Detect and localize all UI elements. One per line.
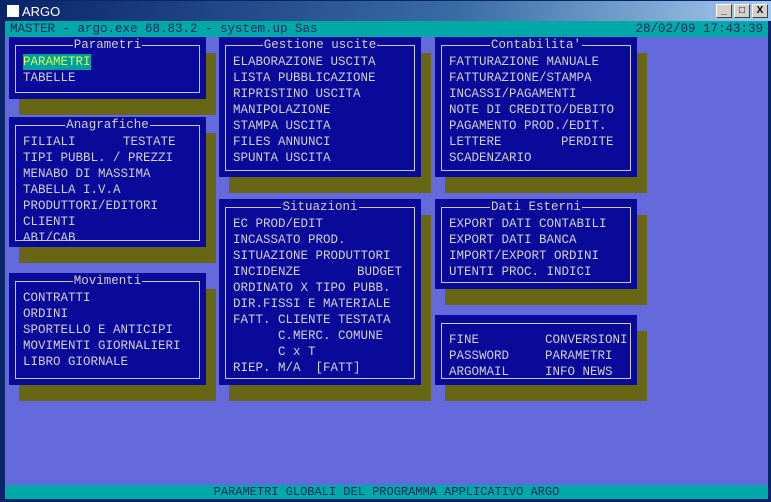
menu-item-c-merc-comune[interactable]: C.MERC. COMUNE [233, 328, 383, 344]
menu-item-conversioni[interactable]: CONVERSIONI [545, 332, 628, 348]
panel-situazioni: Situazioni EC PROD/EDIT INCASSATO PROD. SIT… [219, 199, 421, 385]
close-button[interactable]: X [752, 4, 768, 18]
menu-item-export-dati-contabili[interactable]: EXPORT DATI CONTABILI [449, 216, 607, 232]
panel-title: Gestione uscite [262, 38, 378, 52]
menu-item-dir-fissi-e-materiale[interactable]: DIR.FISSI E MATERIALE [233, 296, 391, 312]
menu-item-sportello-e-anticipi[interactable]: SPORTELLO E ANTICIPI [23, 322, 173, 338]
menu-item-ordinato-x-tipo-pubb[interactable]: ORDINATO X TIPO PUBB. [233, 280, 391, 296]
menu-item-filiali[interactable]: FILIALI [23, 134, 76, 150]
menu-item-info-news[interactable]: INFO NEWS [545, 364, 613, 380]
menu-item-fatt-cliente-testata[interactable]: FATT. CLIENTE TESTATA [233, 312, 391, 328]
menu-item-budget[interactable]: BUDGET [357, 264, 402, 280]
status-bar: PARAMETRI GLOBALI DEL PROGRAMMA APPLICAT… [5, 485, 768, 499]
panel-gestione-uscite: Gestione uscite ELABORAZIONE USCITA LISTA … [219, 37, 421, 177]
panel-title: Dati Esterni [489, 200, 582, 214]
panel-utility: FINE CONVERSIONI PASSWORD PARAMETRI ARGOMAIL… [435, 315, 637, 385]
panel-parametri: Parametri PARAMETRI TABELLE [9, 37, 206, 99]
panel-anagrafiche: Anagrafiche FILIALI TESTATE TIPI PUBBL. / P… [9, 117, 206, 247]
menu-item-ripristino-uscita[interactable]: RIPRISTINO USCITA [233, 86, 361, 102]
menu-item-parametri[interactable]: PARAMETRI [545, 348, 613, 364]
menu-item-ordini[interactable]: ORDINI [23, 306, 68, 322]
panel-title: Movimenti [72, 274, 143, 288]
app-icon [7, 5, 19, 17]
menu-item-produttori-editori[interactable]: PRODUTTORI/EDITORI [23, 198, 158, 214]
menu-item-menabo-di-massima[interactable]: MENABO DI MASSIMA [23, 166, 151, 182]
menu-item-contratti[interactable]: CONTRATTI [23, 290, 91, 306]
menu-item-files-annunci[interactable]: FILES ANNUNCI [233, 134, 331, 150]
menu-item-situazione-produttori[interactable]: SITUAZIONE PRODUTTORI [233, 248, 391, 264]
panel-title: Anagrafiche [65, 118, 150, 132]
panel-contabilita: Contabilita' FATTURAZIONE MANUALE FATTURAZ… [435, 37, 637, 177]
menu-item-tipi-pubbl-prezzi[interactable]: TIPI PUBBL. / PREZZI [23, 150, 173, 166]
menu-item-argomail[interactable]: ARGOMAIL [449, 364, 509, 380]
panel-title: Situazioni [281, 200, 359, 214]
menu-item-utenti-proc-indici[interactable]: UTENTI PROC. INDICI [449, 264, 592, 280]
menu-item-ec-prod-edit[interactable]: EC PROD/EDIT [233, 216, 323, 232]
menu-item-lettere[interactable]: LETTERE [449, 134, 502, 150]
datetime: 28/02/09 17:43:39 [635, 22, 763, 36]
menu-item-riep-m-a-fatt[interactable]: RIEP. M/A [FATT] [233, 360, 361, 376]
panel-title: Parametri [72, 38, 143, 52]
menu-item-libro-giornale[interactable]: LIBRO GIORNALE [23, 354, 128, 370]
maximize-button[interactable]: □ [734, 4, 750, 18]
menu-item-export-dati-banca[interactable]: EXPORT DATI BANCA [449, 232, 577, 248]
menu-item-incassi-pagamenti[interactable]: INCASSI/PAGAMENTI [449, 86, 577, 102]
menu-item-spunta-uscita[interactable]: SPUNTA USCITA [233, 150, 331, 166]
menu-item-password[interactable]: PASSWORD [449, 348, 509, 364]
panel-dati-esterni: Dati Esterni EXPORT DATI CONTABILI EXPORT … [435, 199, 637, 289]
menu-item-fine[interactable]: FINE [449, 332, 479, 348]
menu-item-pagamento-prod-edit[interactable]: PAGAMENTO PROD./EDIT. [449, 118, 607, 134]
title-bar[interactable]: ARGO _ □ X [1, 1, 771, 21]
menu-item-stampa-uscita[interactable]: STAMPA USCITA [233, 118, 331, 134]
menu-item-c-x-t[interactable]: C x T [233, 344, 316, 360]
program-info: MASTER - argo.exe 68.83.2 - system.up Sa… [10, 22, 318, 36]
menu-item-parametri[interactable]: PARAMETRI [23, 54, 91, 70]
menu-item-clienti[interactable]: CLIENTI [23, 214, 76, 230]
terminal-screen: Parametri PARAMETRI TABELLE Anagrafiche FILI… [5, 37, 768, 485]
menu-item-scadenzario[interactable]: SCADENZARIO [449, 150, 532, 166]
panel-title: Contabilita' [489, 38, 582, 52]
menu-item-abi-cab[interactable]: ABI/CAB [23, 230, 76, 246]
menu-item-testate[interactable]: TESTATE [123, 134, 176, 150]
menu-item-import-export-ordini[interactable]: IMPORT/EXPORT ORDINI [449, 248, 599, 264]
menu-item-fatturazione-stampa[interactable]: FATTURAZIONE/STAMPA [449, 70, 592, 86]
menu-item-lista-pubblicazione[interactable]: LISTA PUBBLICAZIONE [233, 70, 376, 86]
menu-item-movimenti-giornalieri[interactable]: MOVIMENTI GIORNALIERI [23, 338, 181, 354]
menu-item-fatturazione-manuale[interactable]: FATTURAZIONE MANUALE [449, 54, 599, 70]
menu-item-perdite[interactable]: PERDITE [561, 134, 614, 150]
panel-movimenti: Movimenti CONTRATTI ORDINI SPORTELLO E ANTI… [9, 273, 206, 385]
menu-item-incidenze[interactable]: INCIDENZE [233, 264, 301, 280]
header-bar: MASTER - argo.exe 68.83.2 - system.up Sa… [5, 21, 768, 37]
minimize-button[interactable]: _ [716, 4, 732, 18]
menu-item-tabelle[interactable]: TABELLE [23, 70, 76, 86]
menu-item-manipolazione[interactable]: MANIPOLAZIONE [233, 102, 331, 118]
menu-item-incassato-prod[interactable]: INCASSATO PROD. [233, 232, 346, 248]
menu-item-elaborazione-uscita[interactable]: ELABORAZIONE USCITA [233, 54, 376, 70]
window-title: ARGO [22, 3, 61, 19]
menu-item-tabella-i-v-a[interactable]: TABELLA I.V.A [23, 182, 121, 198]
app-window: ARGO _ □ X Parametri PARAMETRI TABELLE Anag… [0, 0, 771, 502]
menu-item-note-di-credito-debito[interactable]: NOTE DI CREDITO/DEBITO [449, 102, 614, 118]
